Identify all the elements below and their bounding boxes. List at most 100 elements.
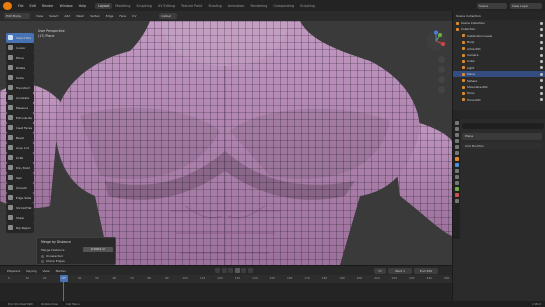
tool-spin[interactable]: Spin	[6, 173, 34, 183]
play-reverse-icon[interactable]	[228, 268, 233, 273]
properties-search-input[interactable]	[462, 123, 544, 129]
tool-select-box[interactable]: Select Box	[6, 33, 34, 43]
menu-edge[interactable]: Edge	[103, 14, 117, 18]
tool-bevel[interactable]: Bevel	[6, 133, 34, 143]
workspace-tab-rendering[interactable]: Rendering	[248, 4, 271, 8]
outliner-row[interactable]: Scene Collection	[453, 20, 545, 26]
tool-measure[interactable]: Measure	[6, 103, 34, 113]
grid-toggle-icon[interactable]	[438, 86, 445, 93]
unselected-checkbox[interactable]: Unselected	[41, 254, 63, 258]
tool-edge-slide[interactable]: Edge Slide	[6, 193, 34, 203]
render-tab-icon[interactable]	[454, 127, 459, 131]
scene-selector[interactable]: Scene	[477, 2, 507, 9]
next-keyframe-icon[interactable]	[241, 268, 246, 273]
tool-shrink-flat[interactable]: Shrink/Flat	[6, 203, 34, 213]
constraints-tab-icon[interactable]	[454, 181, 459, 185]
visibility-eye-icon[interactable]	[540, 40, 543, 44]
add-modifier-button[interactable]: Add Modifier	[462, 143, 542, 149]
world-tab-icon[interactable]	[454, 151, 459, 155]
tool-poly-build[interactable]: Poly Build	[6, 163, 34, 173]
operator-panel-title[interactable]: Merge by Distance	[41, 240, 71, 244]
pan-hand-icon[interactable]	[438, 66, 445, 73]
visibility-eye-icon[interactable]	[540, 85, 543, 89]
timeline-menu-keying[interactable]: Keying	[23, 269, 39, 273]
sharp-edges-checkbox[interactable]: Sharp Edges	[41, 259, 65, 263]
tool-smooth[interactable]: Smooth	[6, 183, 34, 193]
mode-selector[interactable]: Edit Mode	[4, 13, 30, 19]
jump-start-icon[interactable]	[215, 268, 220, 273]
material-tab-icon[interactable]	[454, 193, 459, 197]
tool-knife[interactable]: Knife	[6, 153, 34, 163]
workspace-tab-uv-editing[interactable]: UV Editing	[155, 4, 178, 8]
orientation-selector[interactable]: Global	[159, 13, 178, 19]
outliner-row[interactable]: Collection	[453, 26, 545, 32]
outliner-row[interactable]: Light	[453, 65, 545, 71]
physics-tab-icon[interactable]	[454, 175, 459, 179]
menu-add[interactable]: Add	[61, 14, 73, 18]
visibility-eye-icon[interactable]	[540, 34, 543, 38]
tool-annotate[interactable]: Annotate	[6, 93, 34, 103]
menu-select[interactable]: Select	[46, 14, 61, 18]
camera-icon[interactable]	[438, 76, 445, 83]
outliner-row[interactable]: Torso.001	[453, 97, 545, 103]
menu-face[interactable]: Face	[116, 14, 129, 18]
visibility-eye-icon[interactable]	[540, 66, 543, 70]
texture-tab-icon[interactable]	[454, 199, 459, 203]
zoom-icon[interactable]	[438, 56, 445, 63]
menu-uv[interactable]: UV	[129, 14, 139, 18]
tool-move[interactable]: Move	[6, 53, 34, 63]
visibility-eye-icon[interactable]	[540, 59, 543, 63]
play-icon[interactable]	[234, 268, 240, 273]
visibility-eye-icon[interactable]	[540, 47, 543, 51]
start-frame-field[interactable]: Start 1	[388, 268, 412, 274]
menu-render[interactable]: Render	[39, 4, 57, 8]
timeline-menu-playback[interactable]: Playback	[4, 269, 23, 273]
end-frame-field[interactable]: End 250	[414, 268, 438, 274]
data-tab-icon[interactable]	[454, 187, 459, 191]
workspace-tab-scripting[interactable]: Scripting	[297, 4, 318, 8]
menu-file[interactable]: File	[15, 4, 27, 8]
tool-shear[interactable]: Shear	[6, 213, 34, 223]
outliner-row[interactable]: Subdivision Level	[453, 33, 545, 39]
visibility-eye-icon[interactable]	[540, 27, 543, 31]
tool-rotate[interactable]: Rotate	[6, 63, 34, 73]
tool-cursor[interactable]: Cursor	[6, 43, 34, 53]
visibility-eye-icon[interactable]	[540, 72, 543, 76]
scene-tab-icon[interactable]	[454, 145, 459, 149]
output-tab-icon[interactable]	[454, 133, 459, 137]
menu-help[interactable]: Help	[76, 4, 90, 8]
object-name-field[interactable]: Plane	[462, 133, 542, 140]
outliner-row[interactable]: Shoulders.001	[453, 84, 545, 90]
operator-panel-merge-by-distance[interactable]: Merge by Distance Merge Distance 0.0001 …	[36, 237, 116, 265]
current-frame-field[interactable]: 17	[374, 268, 386, 274]
workspace-tab-animation[interactable]: Animation	[225, 4, 248, 8]
workspace-tab-sculpting[interactable]: Sculpting	[133, 4, 154, 8]
tool-rip-region[interactable]: Rip Region	[6, 223, 34, 233]
blender-logo-icon[interactable]	[3, 1, 12, 10]
outliner-row[interactable]: Cube	[453, 58, 545, 64]
merge-distance-field[interactable]: 0.0001 m	[83, 247, 113, 252]
modifier-wrench-icon[interactable]	[454, 163, 459, 167]
outliner-row[interactable]: Camera	[453, 52, 545, 58]
view-layer-tab-icon[interactable]	[454, 139, 459, 143]
menu-mesh[interactable]: Mesh	[73, 14, 87, 18]
tool-inset-faces[interactable]: Inset Faces	[6, 123, 34, 133]
outliner-row[interactable]: Torso	[453, 90, 545, 96]
menu-window[interactable]: Window	[57, 4, 76, 8]
outliner-row[interactable]: Arms.001	[453, 46, 545, 52]
workspace-tab-modeling[interactable]: Modeling	[112, 4, 133, 8]
prev-keyframe-icon[interactable]	[221, 268, 227, 273]
outliner-row[interactable]: Plane	[453, 71, 545, 78]
visibility-eye-icon[interactable]	[540, 53, 543, 57]
menu-vertex[interactable]: Vertex	[87, 14, 103, 18]
tool-tab-icon[interactable]	[454, 121, 459, 125]
tool-scale[interactable]: Scale	[6, 73, 34, 83]
tool-extrude-re[interactable]: Extrude Re	[6, 113, 34, 123]
navigation-gizmo[interactable]	[425, 30, 447, 52]
view-layer-selector[interactable]: View Layer	[510, 2, 542, 9]
visibility-eye-icon[interactable]	[540, 98, 543, 102]
outliner-row[interactable]: Sphere	[453, 78, 545, 84]
visibility-eye-icon[interactable]	[540, 21, 543, 25]
visibility-eye-icon[interactable]	[540, 79, 543, 83]
tool-loop-cut[interactable]: Loop Cut	[6, 143, 34, 153]
